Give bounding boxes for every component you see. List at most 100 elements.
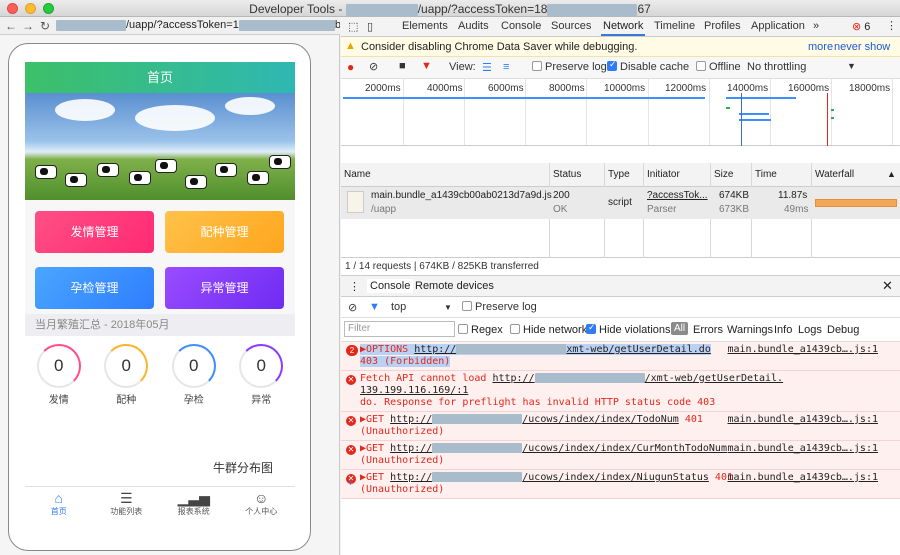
chevron-down-icon[interactable]: ▼ [847, 61, 856, 71]
regex-checkbox[interactable]: Regex [458, 324, 503, 336]
preserve-log-checkbox[interactable]: Preserve log [532, 61, 607, 73]
tab-sources[interactable]: Sources [551, 20, 591, 32]
ring-pregnancy[interactable]: 0 孕检 [168, 344, 220, 420]
more-tabs-button[interactable]: » [813, 20, 819, 32]
tab-profile[interactable]: ☺ 个人中心 [228, 487, 296, 520]
error-icon: ✕ [346, 445, 356, 455]
back-icon[interactable]: ← [5, 19, 17, 33]
source-link[interactable]: main.bundle_a1439cb….js:1 [727, 443, 878, 455]
column-time[interactable]: Time [755, 169, 777, 180]
column-initiator[interactable]: Initiator [647, 169, 680, 180]
screenshot-camera-icon[interactable]: ■ [399, 60, 406, 72]
level-debug-button[interactable]: Debug [827, 324, 859, 336]
device-toolbar-icon[interactable]: ▯ [367, 20, 373, 33]
level-info-button[interactable]: Info [774, 324, 792, 336]
large-rows-icon[interactable]: ☰ [482, 61, 492, 74]
column-type[interactable]: Type [608, 169, 630, 180]
disable-cache-checkbox[interactable]: Disable cache [607, 59, 689, 73]
tab-home[interactable]: ⌂ 首页 [25, 487, 93, 520]
chevron-down-icon[interactable]: ▼ [444, 303, 452, 312]
column-name[interactable]: Name [344, 169, 371, 180]
banner-image [25, 93, 295, 200]
hide-violations-checkbox[interactable]: Hide violations [586, 322, 671, 336]
tab-profiles[interactable]: Profiles [704, 20, 741, 32]
source-link[interactable]: 139.199.116.169/:1 [360, 385, 468, 396]
tab-console[interactable]: Console [501, 20, 541, 32]
level-logs-button[interactable]: Logs [798, 324, 822, 336]
forward-icon[interactable]: → [22, 19, 34, 33]
breeding-management-button[interactable]: 配种管理 [165, 211, 284, 253]
sort-up-icon[interactable]: ▲ [887, 169, 896, 179]
level-all-button[interactable]: All [671, 322, 689, 335]
context-select[interactable]: top [391, 301, 406, 313]
throttling-select[interactable]: No throttling [747, 61, 806, 73]
overview-icon[interactable]: ≡ [503, 61, 509, 73]
request-path: /uapp [371, 204, 397, 215]
estrus-management-button[interactable]: 发情管理 [35, 211, 154, 253]
abnormal-management-button[interactable]: 异常管理 [165, 266, 284, 309]
request-time: 11.87s [778, 190, 808, 201]
warning-never-show-link[interactable]: never show [834, 41, 890, 53]
ring-breeding[interactable]: 0 配种 [100, 344, 152, 420]
filter-icon[interactable]: ▼ [421, 60, 432, 72]
request-size: 674KB [719, 190, 750, 201]
column-size[interactable]: Size [714, 169, 733, 180]
tab-remote-devices[interactable]: Remote devices [415, 280, 494, 292]
request-url-link[interactable]: http:///xmt-web/getUserDetail. [492, 373, 783, 384]
pregnancy-check-button[interactable]: 孕检管理 [35, 266, 154, 309]
tab-network[interactable]: Network [600, 20, 646, 36]
console-filter-icon[interactable]: ▼ [369, 301, 380, 313]
console-preserve-log-checkbox[interactable]: Preserve log [462, 301, 537, 313]
source-link[interactable]: main.bundle_a1439cb….js:1 [727, 414, 878, 426]
offline-checkbox[interactable]: Offline [696, 61, 741, 73]
ring-value: 0 [171, 344, 216, 388]
console-prompt[interactable]: › [349, 477, 353, 489]
source-link[interactable]: main.bundle_a1439cb….js:1 [727, 472, 878, 484]
reload-icon[interactable]: ↻ [40, 19, 50, 33]
record-icon[interactable]: ● [347, 60, 354, 74]
tab-application[interactable]: Application [751, 20, 805, 32]
request-url-link[interactable]: http:///ucows/index/index/NiugunStatus [390, 472, 709, 483]
column-status[interactable]: Status [553, 169, 581, 180]
console-error-message[interactable]: ✕ Fetch API cannot load http:///xmt-web/… [341, 371, 900, 412]
close-drawer-icon[interactable]: ✕ [882, 278, 893, 294]
error-count-badge[interactable]: ⊗ 6 [852, 20, 870, 33]
ring-label: 发情 [48, 395, 69, 406]
warning-icon: ▲ [345, 40, 356, 52]
list-icon: ☰ [119, 490, 133, 506]
inspect-element-icon[interactable]: ⬚ [348, 20, 358, 33]
ring-abnormal[interactable]: 0 异常 [235, 344, 287, 420]
source-link[interactable]: main.bundle_a1439cb….js:1 [727, 344, 878, 356]
request-url-link[interactable]: http://xmt-web/getUserDetail.do [414, 344, 711, 355]
console-error-message[interactable]: ✕ ▶GET http:///ucows/index/index/NiugunS… [341, 470, 900, 499]
ring-estrus[interactable]: 0 发情 [33, 344, 85, 420]
window-title-bar: Developer Tools - /uapp/?accessToken=18 6… [0, 0, 900, 17]
column-waterfall[interactable]: Waterfall [815, 169, 854, 180]
tab-timeline[interactable]: Timeline [654, 20, 695, 32]
request-url-link[interactable]: http:///ucows/index/index/CurMonthTodoNu… [390, 443, 727, 454]
tab-elements[interactable]: Elements [402, 20, 448, 32]
console-error-message[interactable]: ✕ ▶GET http:///ucows/index/index/TodoNum… [341, 412, 900, 441]
console-error-message[interactable]: ✕ ▶GET http:///ucows/index/index/CurMont… [341, 441, 900, 470]
network-overview-timeline: 2000ms 4000ms 6000ms 8000ms 10000ms 1200… [341, 79, 900, 146]
hide-network-checkbox[interactable]: Hide network [510, 324, 587, 336]
clear-icon[interactable]: ⊘ [369, 60, 378, 73]
level-warnings-button[interactable]: Warnings [727, 324, 773, 336]
tab-audits[interactable]: Audits [458, 20, 489, 32]
console-filter-input[interactable]: Filter [344, 321, 455, 337]
page-title: 首页 [25, 62, 295, 93]
tab-reports[interactable]: ▁▃▅ 报表系统 [160, 487, 228, 520]
level-errors-button[interactable]: Errors [693, 324, 723, 336]
script-file-icon [347, 191, 364, 213]
request-initiator-link[interactable]: ?accessTok... [647, 190, 708, 201]
request-url-link[interactable]: http:///ucows/index/index/TodoNum [390, 414, 679, 425]
console-error-message[interactable]: 2 ▶OPTIONS http://xmt-web/getUserDetail.… [341, 342, 900, 371]
warning-more-link[interactable]: more [808, 41, 833, 53]
devtools-menu-icon[interactable]: ⋮ [886, 19, 897, 32]
table-row[interactable]: main.bundle_a1439cb00ab0213d7a9d.js /uap… [341, 187, 900, 219]
tab-function-list[interactable]: ☰ 功能列表 [93, 487, 161, 520]
tab-console-drawer[interactable]: Console [367, 279, 414, 293]
drawer-menu-icon[interactable]: ⋮ [349, 280, 360, 293]
clear-console-icon[interactable]: ⊘ [348, 301, 357, 314]
emulator-url[interactable]: /uapp/?accessToken=1b3 [56, 19, 340, 33]
